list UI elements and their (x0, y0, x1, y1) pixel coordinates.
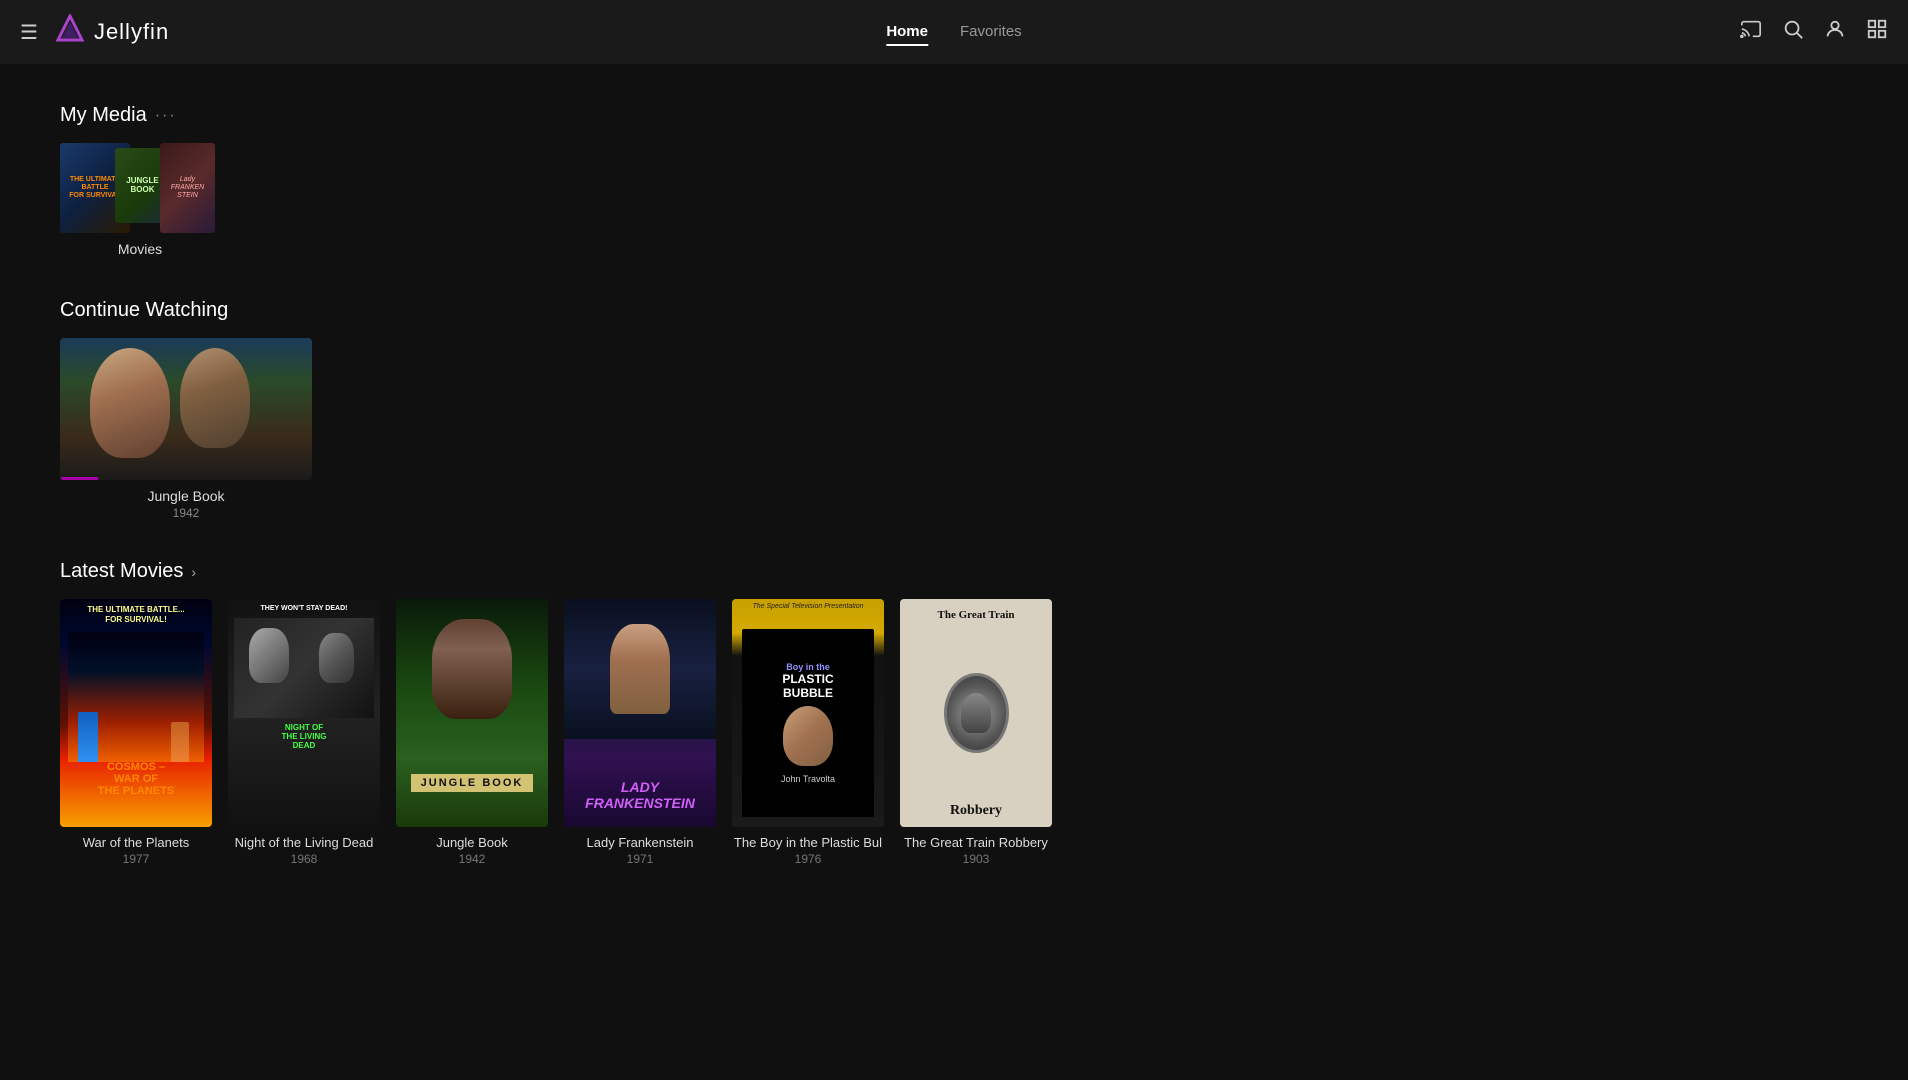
nav-favorites[interactable]: Favorites (960, 19, 1022, 46)
continue-item-jungle[interactable]: Jungle Book 1942 (60, 338, 312, 520)
night-bodies: THEY WON'T STAY DEAD! NIGHT OFTHE LIVING… (228, 599, 380, 827)
movie-poster-3: LadyFrankenstein (564, 599, 716, 827)
lady-title: LadyFrankenstein (585, 780, 695, 811)
poster-bubble-bg: The Special Television Presentation Boy … (732, 599, 884, 827)
movie-title-1: Night of the Living Dead (228, 835, 380, 850)
continue-progress-bar (60, 477, 98, 480)
movie-poster-0: THE ULTIMATE BATTLE...FOR SURVIVAL! Cosm… (60, 599, 212, 827)
jungle-badge: JUNGLE BOOK (411, 774, 534, 792)
movie-poster-1: THEY WON'T STAY DEAD! NIGHT OFTHE LIVING… (228, 599, 380, 827)
poster-lady-bg: LadyFrankenstein (564, 599, 716, 827)
continue-item-title: Jungle Book (60, 488, 312, 504)
movie-card-5[interactable]: The Great Train Robbery The Great Train … (900, 599, 1052, 866)
search-icon[interactable] (1782, 18, 1804, 46)
header-right (1740, 18, 1888, 46)
movie-title-2: Jungle Book (396, 835, 548, 850)
cosmos-figure1 (78, 712, 98, 762)
continue-watching-grid: Jungle Book 1942 (60, 338, 1848, 520)
movie-poster-2: JUNGLE BOOK (396, 599, 548, 827)
my-media-grid: THE ULTIMATE BATTLEFOR SURVIVAL JUNGLEBO… (60, 143, 1848, 259)
poster-jungle-bg: JUNGLE BOOK (396, 599, 548, 827)
folder-img3: LadyFRANKENSTEIN (160, 143, 215, 233)
night-figure1 (249, 628, 289, 683)
my-media-label: My Media (60, 104, 147, 127)
movie-year-2: 1942 (396, 852, 548, 866)
latest-movies-label: Latest Movies (60, 560, 183, 583)
poster-night-bg: THEY WON'T STAY DEAD! NIGHT OFTHE LIVING… (228, 599, 380, 827)
movie-card-4[interactable]: The Special Television Presentation Boy … (732, 599, 884, 866)
movie-year-3: 1971 (564, 852, 716, 866)
continue-watching-section: Continue Watching Jungle Book 1942 (60, 299, 1848, 520)
continue-watching-title: Continue Watching (60, 299, 1848, 322)
cosmos-scene (60, 617, 212, 777)
hamburger-icon[interactable]: ☰ (20, 20, 38, 45)
night-wont: THEY WON'T STAY DEAD! (261, 605, 348, 612)
nav-home[interactable]: Home (886, 19, 928, 46)
movie-card-3[interactable]: LadyFrankenstein Lady Frankenstein 1971 (564, 599, 716, 866)
main-nav: Home Favorites (886, 19, 1021, 46)
latest-movies-title: Latest Movies › (60, 560, 1848, 583)
continue-item-year: 1942 (60, 506, 312, 520)
robbery-face (961, 693, 991, 733)
movie-card-0[interactable]: THE ULTIMATE BATTLE...FOR SURVIVAL! Cosm… (60, 599, 212, 866)
movies-label: Movies (118, 241, 162, 257)
robbery-top-title: The Great Train (938, 609, 1015, 622)
poster-cosmos-bg: THE ULTIMATE BATTLE...FOR SURVIVAL! Cosm… (60, 599, 212, 827)
logo-container[interactable]: Jellyfin (54, 14, 169, 51)
continue-thumb (60, 338, 312, 480)
user-icon[interactable] (1824, 18, 1846, 46)
movie-title-0: War of the Planets (60, 835, 212, 850)
movie-title-5: The Great Train Robbery (900, 835, 1052, 850)
movies-grid: THE ULTIMATE BATTLE...FOR SURVIVAL! Cosm… (60, 599, 1848, 866)
my-media-more[interactable]: ··· (155, 107, 177, 125)
grid-icon[interactable] (1866, 18, 1888, 46)
movie-year-5: 1903 (900, 852, 1052, 866)
pb-name: John Travolta (781, 774, 835, 784)
movie-card-1[interactable]: THEY WON'T STAY DEAD! NIGHT OFTHE LIVING… (228, 599, 380, 866)
latest-movies-section: Latest Movies › THE ULTIMATE BATTLE...FO… (60, 560, 1848, 866)
lady-scene (564, 599, 716, 739)
header-left: ☰ Jellyfin (20, 14, 169, 51)
pb-bubble: PLASTICBUBBLE (782, 672, 833, 700)
movie-year-4: 1976 (732, 852, 884, 866)
robbery-bottom-title: Robbery (950, 803, 1002, 819)
movie-card-2[interactable]: JUNGLE BOOK Jungle Book 1942 (396, 599, 548, 866)
lady-figure (610, 624, 670, 714)
bubble-award: The Special Television Presentation (736, 603, 880, 610)
night-image (234, 618, 374, 718)
movie-year-1: 1968 (228, 852, 380, 866)
continue-watching-label: Continue Watching (60, 299, 228, 322)
jungle-figure (432, 619, 512, 719)
main-content: My Media ··· THE ULTIMATE BATTLEFOR SURV… (0, 64, 1908, 946)
app-name: Jellyfin (94, 19, 169, 45)
my-media-section: My Media ··· THE ULTIMATE BATTLEFOR SURV… (60, 104, 1848, 259)
my-media-title: My Media ··· (60, 104, 1848, 127)
cosmos-figure2 (171, 722, 189, 762)
movie-poster-5: The Great Train Robbery (900, 599, 1052, 827)
cast-icon[interactable] (1740, 18, 1762, 46)
pb-face (783, 706, 833, 766)
night-stay: NIGHT OFTHE LIVINGDEAD (282, 724, 327, 750)
folder-thumbnails: THE ULTIMATE BATTLEFOR SURVIVAL JUNGLEBO… (60, 143, 215, 233)
poster-robbery-bg: The Great Train Robbery (900, 599, 1052, 827)
pb-plastic: Boy in the (786, 662, 830, 672)
robbery-portrait-inner (947, 676, 1006, 750)
cosmos-main-text: Cosmos –War ofthe Planets (64, 761, 208, 797)
movie-title-3: Lady Frankenstein (564, 835, 716, 850)
night-figure2 (319, 633, 354, 683)
jellyfin-logo-icon (54, 14, 86, 51)
robbery-portrait (944, 673, 1009, 753)
movie-poster-4: The Special Television Presentation Boy … (732, 599, 884, 827)
cosmos-illustration (68, 632, 205, 762)
movie-year-0: 1977 (60, 852, 212, 866)
latest-movies-chevron[interactable]: › (191, 564, 196, 580)
bubble-inner2: Boy in the PLASTICBUBBLE John Travolta (742, 629, 874, 817)
movies-folder[interactable]: THE ULTIMATE BATTLEFOR SURVIVAL JUNGLEBO… (60, 143, 220, 259)
movie-title-4: The Boy in the Plastic Bul (732, 835, 884, 850)
jungle-thumb-bg (60, 338, 312, 480)
header: ☰ Jellyfin Home Favorites (0, 0, 1908, 64)
